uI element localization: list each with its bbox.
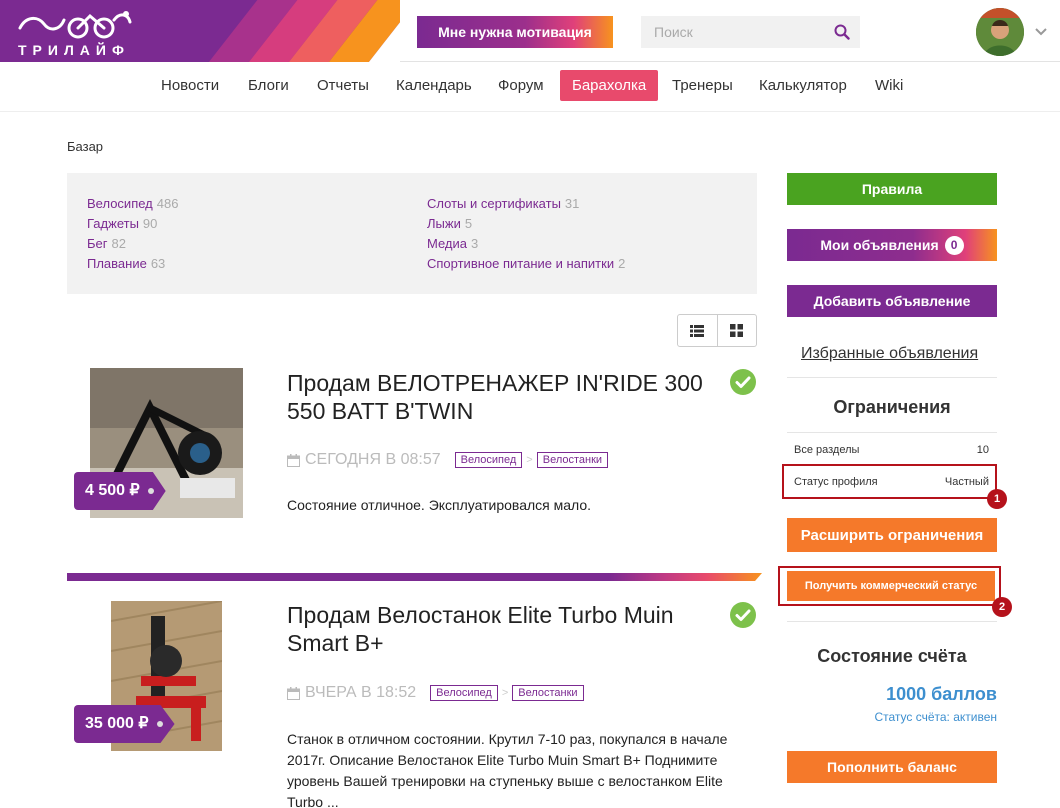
nav-item-forum[interactable]: Форум (498, 70, 544, 101)
limits-title: Ограничения (833, 397, 951, 417)
list-view-icon (690, 324, 705, 337)
chevron-down-icon[interactable] (1034, 27, 1048, 37)
breadcrumb-separator: > (526, 454, 533, 466)
rules-button[interactable]: Правила (787, 173, 997, 205)
listing-description: Станок в отличном состоянии. Крутил 7-10… (287, 731, 728, 808)
price-tag: 4 500 ₽ (74, 472, 166, 510)
my-ads-count-badge: 0 (944, 235, 964, 255)
divider (787, 377, 997, 378)
top-up-button[interactable]: Пополнить баланс (787, 751, 997, 783)
category-skis[interactable]: Лыжи 5 (427, 216, 472, 231)
listing-description: Состояние отличное. Эксплуатировался мал… (287, 497, 592, 513)
verified-icon (730, 602, 756, 628)
nav-item-calculator[interactable]: Калькулятор (759, 70, 847, 101)
listing-title[interactable]: Продам Велостанок Elite Turbo Muin Smart… (287, 601, 727, 657)
search-icon[interactable] (834, 24, 850, 40)
account-title: Состояние счёта (817, 646, 967, 666)
annotation-marker: 2 (992, 597, 1012, 617)
tag-category[interactable]: Велосипед (430, 685, 498, 701)
list-view-button[interactable] (678, 315, 717, 346)
avatar[interactable] (976, 8, 1024, 56)
grid-view-button[interactable] (716, 315, 757, 346)
category-gadgets[interactable]: Гаджеты 90 (87, 216, 157, 231)
category-swimming[interactable]: Плавание 63 (87, 256, 165, 271)
commercial-status-button[interactable]: Получить коммерческий статус (787, 571, 995, 601)
triathlon-logo-icon (18, 11, 132, 39)
category-slots-certificates[interactable]: Слоты и сертификаты 31 (427, 196, 579, 211)
search-input[interactable] (641, 16, 826, 48)
price: 35 000 ₽ (85, 715, 149, 732)
annotation-marker: 1 (987, 489, 1007, 509)
breadcrumb-separator: > (501, 687, 509, 699)
listing-meta: ВЧЕРА В 18:52 Велосипед > Велостанки (287, 684, 584, 702)
category-list: Велосипед 486 Гаджеты 90 Бег 82 Плавание 63 … (67, 173, 757, 294)
tag-subcategory[interactable]: Велостанки (536, 452, 609, 468)
highlight-box (782, 464, 997, 499)
account-status: Статус счёта: активен (874, 710, 997, 724)
my-ads-label: Мои объявления (820, 236, 939, 253)
my-ads-button[interactable]: Мои объявления 0 (787, 229, 997, 261)
price-tag: 35 000 ₽ (74, 705, 175, 743)
category-sports-nutrition[interactable]: Спортивное питание и напитки 2 (427, 256, 625, 271)
logo-text: ТРИЛАЙФ (18, 42, 130, 58)
verified-icon (730, 369, 756, 395)
divider (787, 621, 997, 622)
nav-item-marketplace[interactable]: Барахолка (560, 70, 659, 101)
listing-title[interactable]: Продам ВЕЛОТРЕНАЖЕР IN'RIDE 300 550 BATT… (287, 369, 727, 425)
main-nav: Новости Блоги Отчеты Календарь Форум Бар… (0, 62, 1060, 112)
listing-card: 35 000 ₽ Продам Велостанок Elite Turbo M… (67, 595, 762, 808)
nav-item-calendar[interactable]: Календарь (396, 70, 472, 101)
expand-limits-button[interactable]: Расширить ограничения (787, 518, 997, 552)
view-toggle (677, 314, 757, 347)
user-photo-icon (976, 8, 1024, 56)
category-running[interactable]: Бег 82 (87, 236, 126, 251)
search-box (641, 16, 860, 48)
price: 4 500 ₽ (85, 482, 140, 499)
listing-meta: СЕГОДНЯ В 08:57 Велосипед > Велостанки (287, 451, 609, 469)
nav-item-reports[interactable]: Отчеты (317, 70, 369, 101)
category-media[interactable]: Медиа 3 (427, 236, 478, 251)
grid-view-icon (730, 324, 744, 337)
breadcrumb[interactable]: Базар (67, 139, 103, 154)
limit-label: Все разделы (794, 444, 860, 456)
favorites-link[interactable]: Избранные объявления (801, 345, 978, 363)
site-logo[interactable]: ТРИЛАЙФ (16, 8, 136, 58)
calendar-icon (287, 453, 300, 467)
nav-item-coaches[interactable]: Тренеры (672, 70, 733, 101)
listing-date: СЕГОДНЯ В 08:57 (305, 451, 441, 468)
divider (787, 432, 997, 433)
tag-subcategory[interactable]: Велостанки (512, 685, 584, 701)
listing-card: 4 500 ₽ Продам ВЕЛОТРЕНАЖЕР IN'RIDE 300 … (67, 362, 762, 532)
balance-value: 1000 баллов (886, 684, 997, 704)
calendar-icon (287, 686, 300, 700)
motivation-button[interactable]: Мне нужна мотивация (417, 16, 613, 48)
nav-item-blogs[interactable]: Блоги (248, 70, 289, 101)
nav-item-wiki[interactable]: Wiki (875, 70, 903, 101)
listing-divider (67, 573, 762, 581)
add-ad-button[interactable]: Добавить объявление (787, 285, 997, 317)
listing-date: ВЧЕРА В 18:52 (305, 684, 417, 701)
limit-value: 10 (976, 444, 989, 456)
tag-category[interactable]: Велосипед (454, 452, 523, 468)
nav-item-news[interactable]: Новости (161, 70, 219, 101)
site-header: ТРИЛАЙФ Мне нужна мотивация (0, 0, 1060, 62)
category-bicycle[interactable]: Велосипед 486 (87, 196, 178, 211)
